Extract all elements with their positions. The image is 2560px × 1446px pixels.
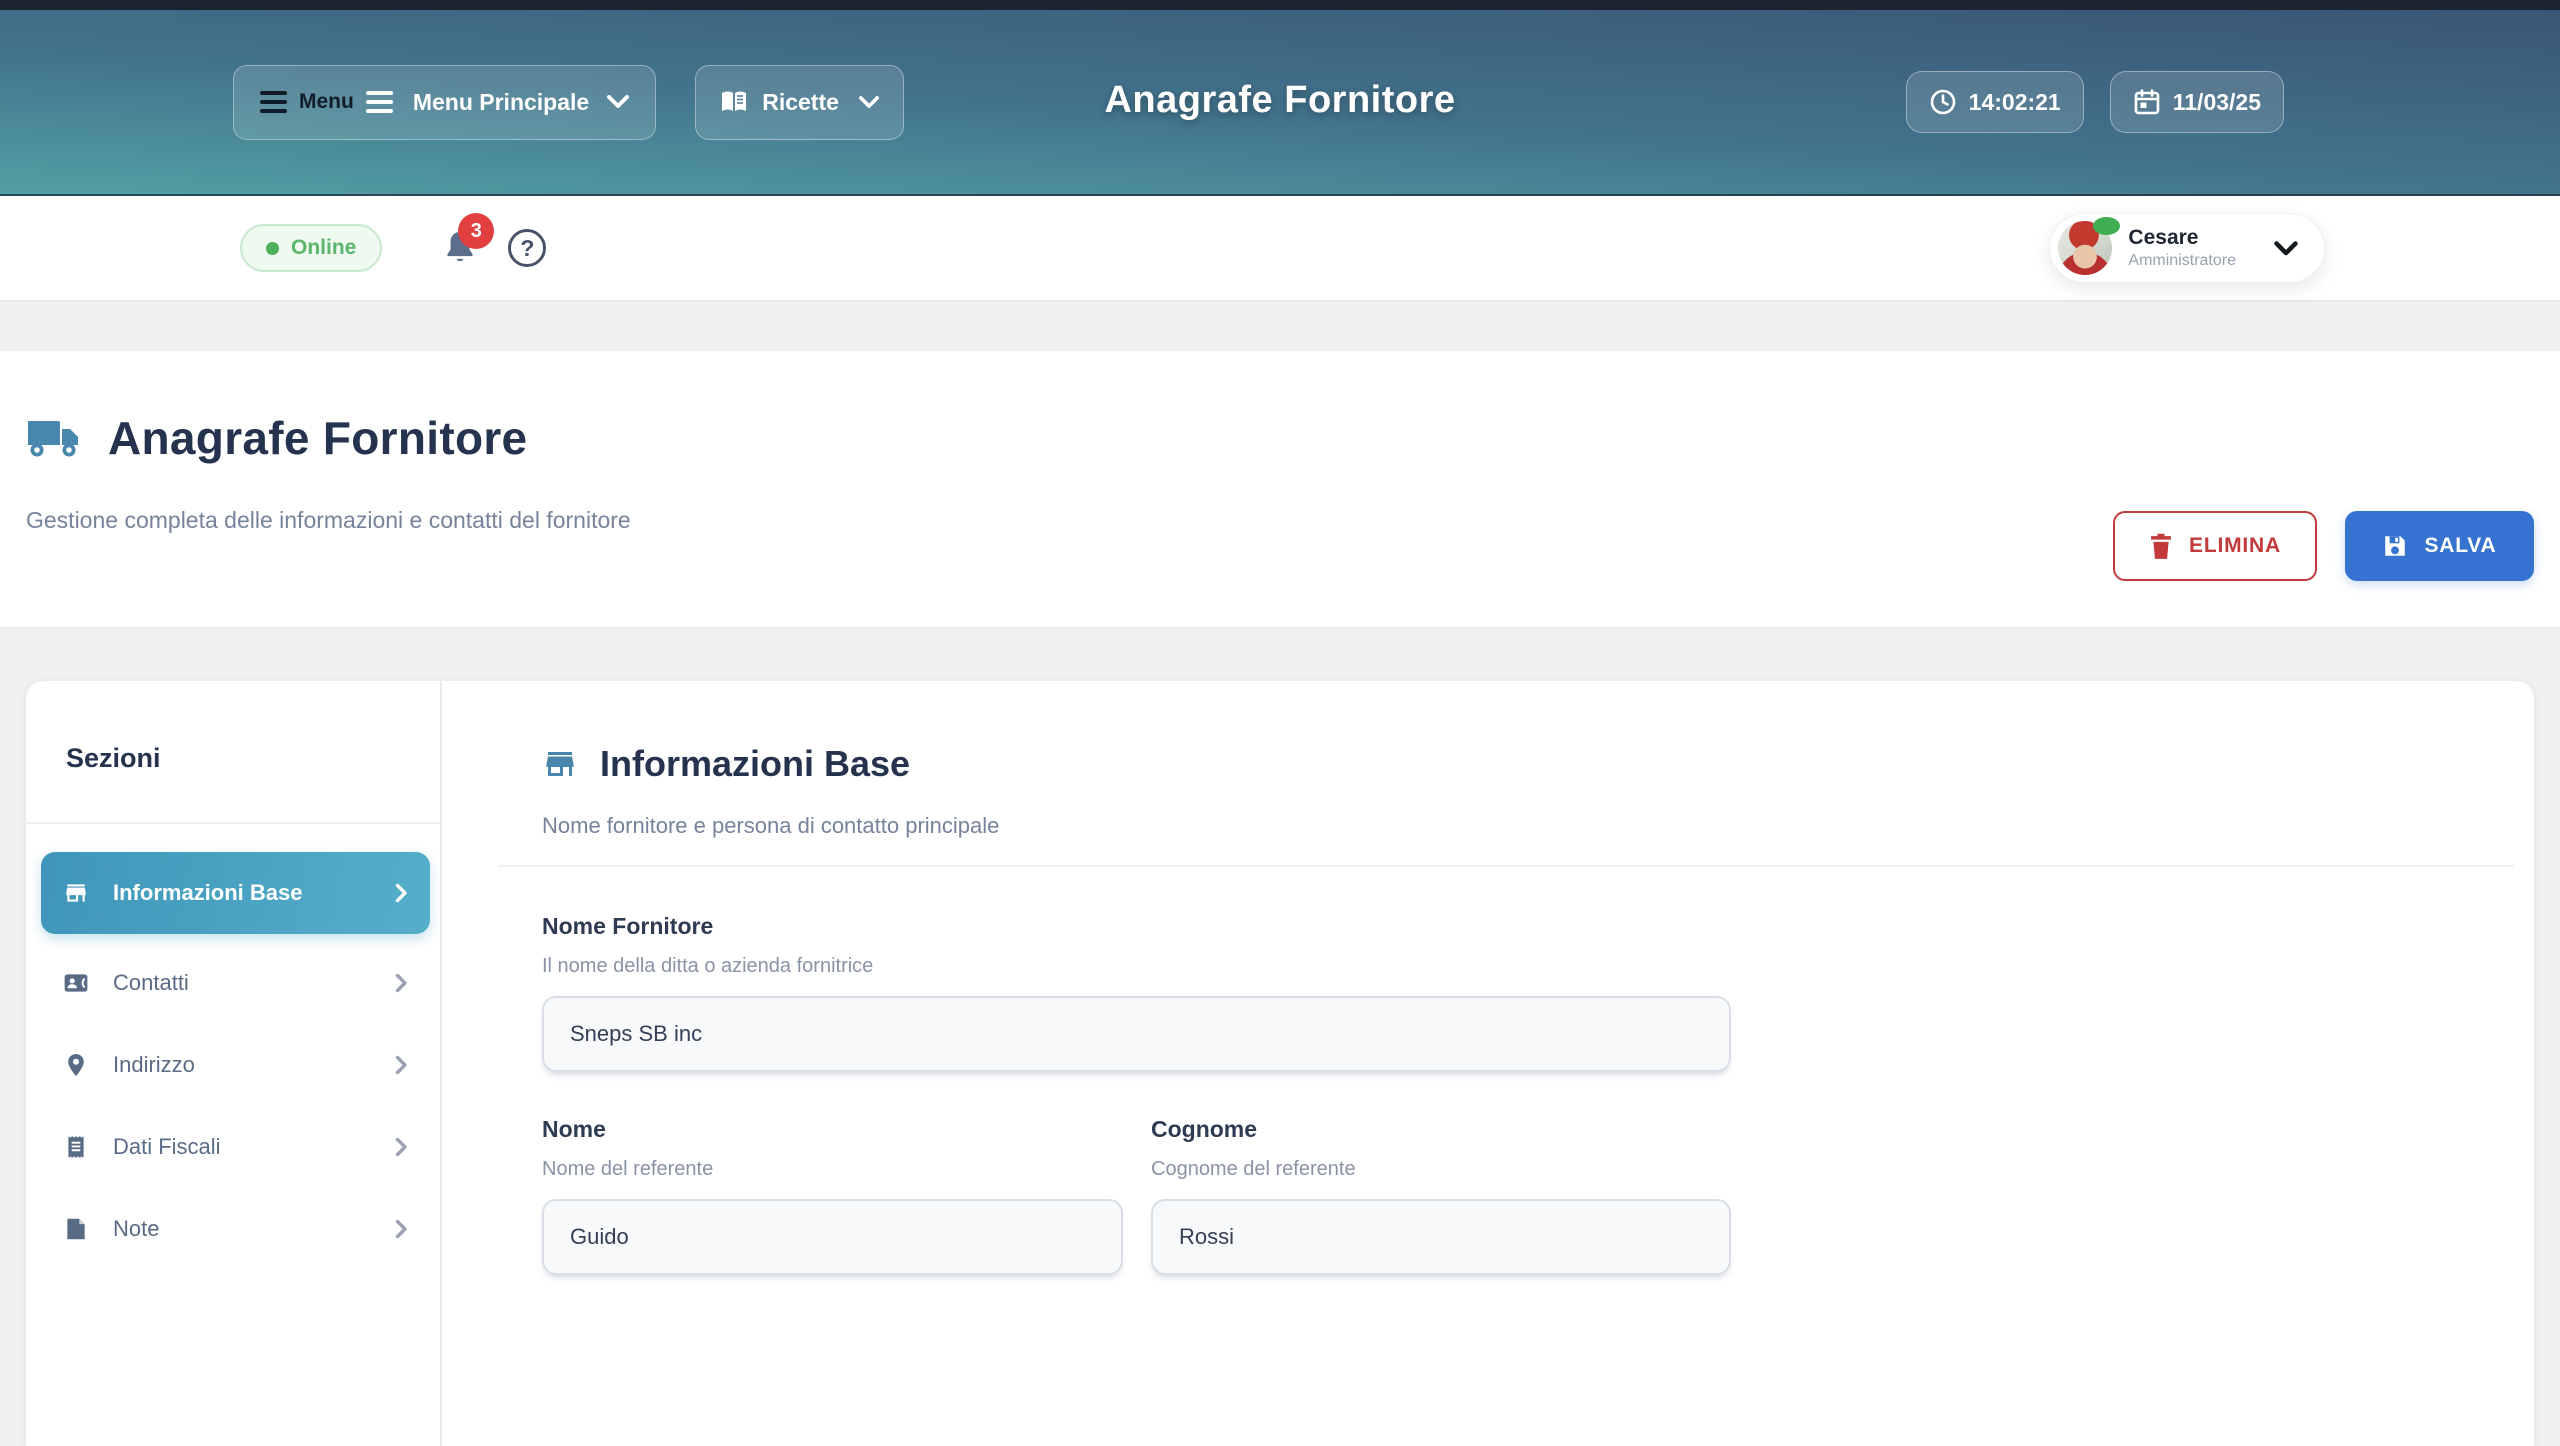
sidebar-item-label: Informazioni Base (113, 880, 302, 906)
first-name-label: Nome (542, 1116, 1123, 1143)
user-name: Cesare (2128, 225, 2236, 251)
save-icon (2382, 533, 2408, 559)
map-pin-icon (63, 1052, 89, 1078)
page-title: Anagrafe Fornitore (108, 411, 527, 465)
online-dot-icon (266, 242, 279, 255)
section-panel: Informazioni Base Nome fornitore e perso… (442, 681, 2534, 1446)
main-menu-button[interactable]: Menu Menu Principale (233, 65, 656, 140)
store-icon (63, 880, 89, 906)
user-role: Amministratore (2128, 251, 2236, 271)
last-name-hint: Cognome del referente (1151, 1158, 1731, 1181)
section-title: Informazioni Base (600, 743, 910, 785)
top-dark-strip (0, 0, 2560, 10)
hamburger-icon-white (366, 91, 393, 113)
sidebar-item-label: Note (113, 1216, 159, 1242)
chevron-right-icon (395, 1137, 408, 1157)
sidebar-item-informazioni-base[interactable]: Informazioni Base (41, 852, 430, 934)
supplier-name-label: Nome Fornitore (542, 913, 1731, 940)
menu-principale-label: Menu Principale (413, 89, 589, 116)
content-background: Sezioni Informazioni Base Contatti (0, 629, 2560, 1121)
supplier-name-group: Nome Fornitore Il nome della ditta o azi… (542, 913, 1731, 1072)
ricette-label: Ricette (762, 89, 839, 116)
avatar (2058, 221, 2112, 275)
chevron-right-icon (395, 1219, 408, 1239)
sidebar-item-note[interactable]: Note (41, 1196, 430, 1262)
trash-icon (2149, 532, 2173, 560)
sidebar-item-label: Dati Fiscali (113, 1134, 221, 1160)
online-status-badge: Online (240, 224, 382, 272)
date-display[interactable]: 11/03/25 (2110, 71, 2284, 133)
first-name-group: Nome Nome del referente (542, 1116, 1123, 1275)
sidebar-item-contatti[interactable]: Contatti (41, 950, 430, 1016)
note-icon (63, 1216, 89, 1242)
status-bar: Online 3 ? Cesare Amministratore (0, 196, 2560, 302)
delete-label: ELIMINA (2189, 534, 2281, 558)
sections-nav: Informazioni Base Contatti Indirizzo (26, 824, 440, 1262)
chevron-down-icon (859, 96, 879, 109)
basic-info-form: Nome Fornitore Il nome della ditta o azi… (542, 913, 1731, 1275)
supplier-name-hint: Il nome della ditta o azienda fornitrice (542, 955, 1731, 978)
help-button[interactable]: ? (508, 229, 546, 267)
last-name-label: Cognome (1151, 1116, 1731, 1143)
chevron-right-icon (395, 973, 408, 993)
save-label: SALVA (2424, 534, 2496, 558)
page-header: Anagrafe Fornitore Gestione completa del… (0, 351, 2560, 629)
truck-icon (26, 417, 80, 459)
date-value: 11/03/25 (2173, 89, 2261, 116)
app-root: Menu Menu Principale Ricette Anagrafe Fo… (0, 0, 2560, 1121)
first-name-hint: Nome del referente (542, 1158, 1123, 1181)
last-name-input[interactable] (1151, 1199, 1731, 1275)
divider (498, 865, 2514, 867)
last-name-group: Cognome Cognome del referente (1151, 1116, 1731, 1275)
spacer (0, 302, 2560, 351)
hamburger-icon (260, 91, 287, 113)
user-texts: Cesare Amministratore (2128, 225, 2236, 271)
sidebar-item-label: Contatti (113, 970, 189, 996)
sidebar-header: Sezioni (26, 681, 440, 824)
ricette-dropdown-button[interactable]: Ricette (695, 65, 904, 140)
book-icon (720, 90, 748, 114)
store-icon (542, 746, 578, 782)
first-name-input[interactable] (542, 1199, 1123, 1275)
receipt-icon (63, 1134, 89, 1160)
content-card: Sezioni Informazioni Base Contatti (26, 681, 2534, 1446)
contacts-icon (63, 970, 89, 996)
chevron-right-icon (395, 883, 408, 903)
sidebar-item-label: Indirizzo (113, 1052, 195, 1078)
chevron-right-icon (395, 1055, 408, 1075)
notifications-button[interactable]: 3 (442, 229, 478, 267)
calendar-icon (2133, 88, 2161, 116)
section-subtitle: Nome fornitore e persona di contatto pri… (542, 813, 2514, 839)
header-right-group: 14:02:21 11/03/25 (1906, 71, 2284, 133)
online-label: Online (291, 236, 356, 260)
top-header: Menu Menu Principale Ricette Anagrafe Fo… (0, 10, 2560, 196)
delete-button[interactable]: ELIMINA (2113, 511, 2317, 581)
sidebar-item-dati-fiscali[interactable]: Dati Fiscali (41, 1114, 430, 1180)
menu-label: Menu (299, 90, 354, 114)
notification-count-badge: 3 (458, 213, 494, 249)
sidebar-item-indirizzo[interactable]: Indirizzo (41, 1032, 430, 1098)
avatar-online-dot (2093, 217, 2120, 235)
question-mark-icon: ? (520, 235, 534, 262)
sidebar-heading: Sezioni (66, 743, 440, 774)
chevron-down-icon (2274, 241, 2298, 256)
page-actions: ELIMINA SALVA (2113, 511, 2534, 581)
supplier-name-input[interactable] (542, 996, 1731, 1072)
sections-sidebar: Sezioni Informazioni Base Contatti (26, 681, 442, 1446)
time-value: 14:02:21 (1969, 89, 2061, 116)
time-display[interactable]: 14:02:21 (1906, 71, 2084, 133)
clock-icon (1929, 88, 1957, 116)
user-menu[interactable]: Cesare Amministratore (2049, 213, 2325, 283)
chevron-down-icon (607, 95, 629, 109)
app-title: Anagrafe Fornitore (1104, 79, 1455, 122)
save-button[interactable]: SALVA (2345, 511, 2534, 581)
